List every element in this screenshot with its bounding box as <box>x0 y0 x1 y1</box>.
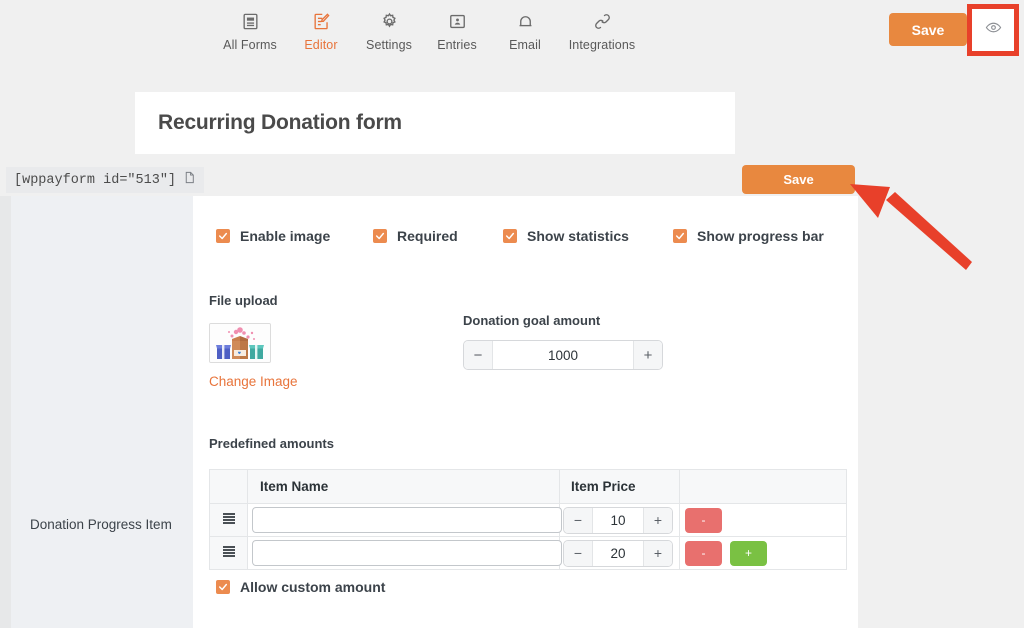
checkbox-enable-image-label: Enable image <box>240 228 331 244</box>
checkbox-show-statistics[interactable]: Show statistics <box>503 228 673 244</box>
bell-icon <box>516 10 535 32</box>
predefined-amounts-section: Predefined amounts Item Name Item Price <box>209 436 847 570</box>
table-row: − + - + <box>209 536 847 570</box>
page-title: Recurring Donation form <box>158 111 402 134</box>
checkbox-enable-image[interactable]: Enable image <box>216 228 373 244</box>
shortcode-bar: [wppayform id="513"] <box>6 167 205 193</box>
tab-editor[interactable]: Editor <box>287 8 355 54</box>
eye-icon <box>985 19 1002 41</box>
tab-all-forms[interactable]: All Forms <box>213 8 287 54</box>
form-title-card: Recurring Donation form <box>135 92 735 154</box>
goal-decrement-button[interactable]: − <box>464 341 493 369</box>
predefined-amounts-table: Item Name Item Price − 10 + - − 20 + - + <box>209 469 847 570</box>
checkmark-icon[interactable] <box>216 229 230 243</box>
checkbox-allow-custom-amount[interactable]: Allow custom amount <box>216 579 385 595</box>
column-header-actions <box>679 469 847 504</box>
add-row-button[interactable]: + <box>730 540 767 566</box>
remove-row-button[interactable]: - <box>685 540 722 566</box>
tab-editor-label: Editor <box>304 38 338 52</box>
sidebar-field-label: Donation Progress Item <box>30 517 172 532</box>
drag-handle-icon[interactable] <box>221 544 237 558</box>
save-button-form[interactable]: Save <box>742 165 855 194</box>
donation-goal-input[interactable] <box>493 341 633 369</box>
row-name-cell <box>247 536 562 570</box>
change-image-link[interactable]: Change Image <box>209 374 298 389</box>
tab-entries[interactable]: Entries <box>423 8 491 54</box>
predefined-amounts-label: Predefined amounts <box>209 436 334 451</box>
remove-row-button[interactable]: - <box>685 507 722 533</box>
price-decrement-button[interactable]: − <box>564 507 593 533</box>
goal-increment-button[interactable]: + <box>633 341 662 369</box>
nav-tab-list: All Forms Editor Settings Entries Email … <box>213 8 645 54</box>
item-price-input[interactable] <box>593 540 643 566</box>
top-navigation-bar: All Forms Editor Settings Entries Email … <box>0 0 1024 66</box>
donation-goal-stepper: − + <box>463 340 663 370</box>
file-upload-section: File upload Change Image <box>209 292 298 389</box>
row-price-cell: − + <box>559 503 680 537</box>
shortcode-text: [wppayform id="513"] <box>14 172 177 188</box>
checkbox-show-progress-bar-label: Show progress bar <box>697 228 824 244</box>
column-header-handle <box>209 469 248 504</box>
tab-email-label: Email <box>509 38 541 52</box>
checkbox-required-label: Required <box>397 228 458 244</box>
drag-handle-icon[interactable] <box>221 511 237 525</box>
item-price-stepper: − + <box>563 506 673 534</box>
checkmark-icon[interactable] <box>503 229 517 243</box>
price-decrement-button[interactable]: − <box>564 540 593 566</box>
row-actions: - + <box>685 540 846 566</box>
price-increment-button[interactable]: + <box>643 507 672 533</box>
item-name-input[interactable] <box>252 540 562 566</box>
link-chain-icon <box>593 10 612 32</box>
table-row: − + - <box>209 503 847 537</box>
row-drag-cell[interactable] <box>209 536 248 570</box>
tab-email[interactable]: Email <box>491 8 559 54</box>
checkmark-icon[interactable] <box>216 580 230 594</box>
price-increment-button[interactable]: + <box>643 540 672 566</box>
preview-button-highlight <box>967 4 1019 56</box>
column-header-item-price: Item Price <box>559 469 680 504</box>
row-actions-cell: - + <box>679 536 847 570</box>
copy-document-icon[interactable] <box>183 170 196 190</box>
toggle-row: Enable image Required Show statistics Sh… <box>216 228 824 244</box>
item-price-input[interactable] <box>593 507 643 533</box>
tab-integrations-label: Integrations <box>568 38 636 52</box>
save-button-header[interactable]: Save <box>889 13 967 46</box>
tab-settings[interactable]: Settings <box>355 8 423 54</box>
tab-integrations[interactable]: Integrations <box>559 8 645 54</box>
row-name-cell <box>247 503 562 537</box>
field-settings-panel: Enable image Required Show statistics Sh… <box>193 196 858 628</box>
donation-goal-label: Donation goal amount <box>463 313 601 328</box>
entries-card-icon <box>448 10 467 32</box>
checkbox-allow-custom-amount-label: Allow custom amount <box>240 579 386 595</box>
checkmark-icon[interactable] <box>673 229 687 243</box>
tab-all-forms-label: All Forms <box>223 38 277 52</box>
forms-icon <box>241 10 260 32</box>
table-header-row: Item Name Item Price <box>209 469 847 504</box>
gear-icon <box>380 10 399 32</box>
tab-entries-label: Entries <box>437 38 477 52</box>
field-sidebar: Donation Progress Item <box>11 196 193 628</box>
checkbox-required[interactable]: Required <box>373 228 503 244</box>
file-upload-label: File upload <box>209 293 278 308</box>
right-background <box>858 196 1024 628</box>
tab-settings-label: Settings <box>366 38 412 52</box>
donation-goal-section: Donation goal amount − + <box>463 313 663 370</box>
row-actions-cell: - <box>679 503 847 537</box>
row-price-cell: − + <box>559 536 680 570</box>
preview-button[interactable] <box>972 9 1014 51</box>
row-actions: - <box>685 507 846 533</box>
item-name-input[interactable] <box>252 507 562 533</box>
donation-box-hearts-image <box>210 324 270 362</box>
app-root: All Forms Editor Settings Entries Email … <box>0 0 1024 628</box>
checkbox-show-progress-bar[interactable]: Show progress bar <box>673 228 824 244</box>
uploaded-image-thumbnail[interactable] <box>209 323 271 363</box>
checkbox-show-statistics-label: Show statistics <box>527 228 629 244</box>
checkmark-icon[interactable] <box>373 229 387 243</box>
left-edge-strip <box>0 196 11 628</box>
editor-pencil-icon <box>312 10 331 32</box>
row-drag-cell[interactable] <box>209 503 248 537</box>
item-price-stepper: − + <box>563 539 673 567</box>
column-header-item-name: Item Name <box>247 469 560 504</box>
